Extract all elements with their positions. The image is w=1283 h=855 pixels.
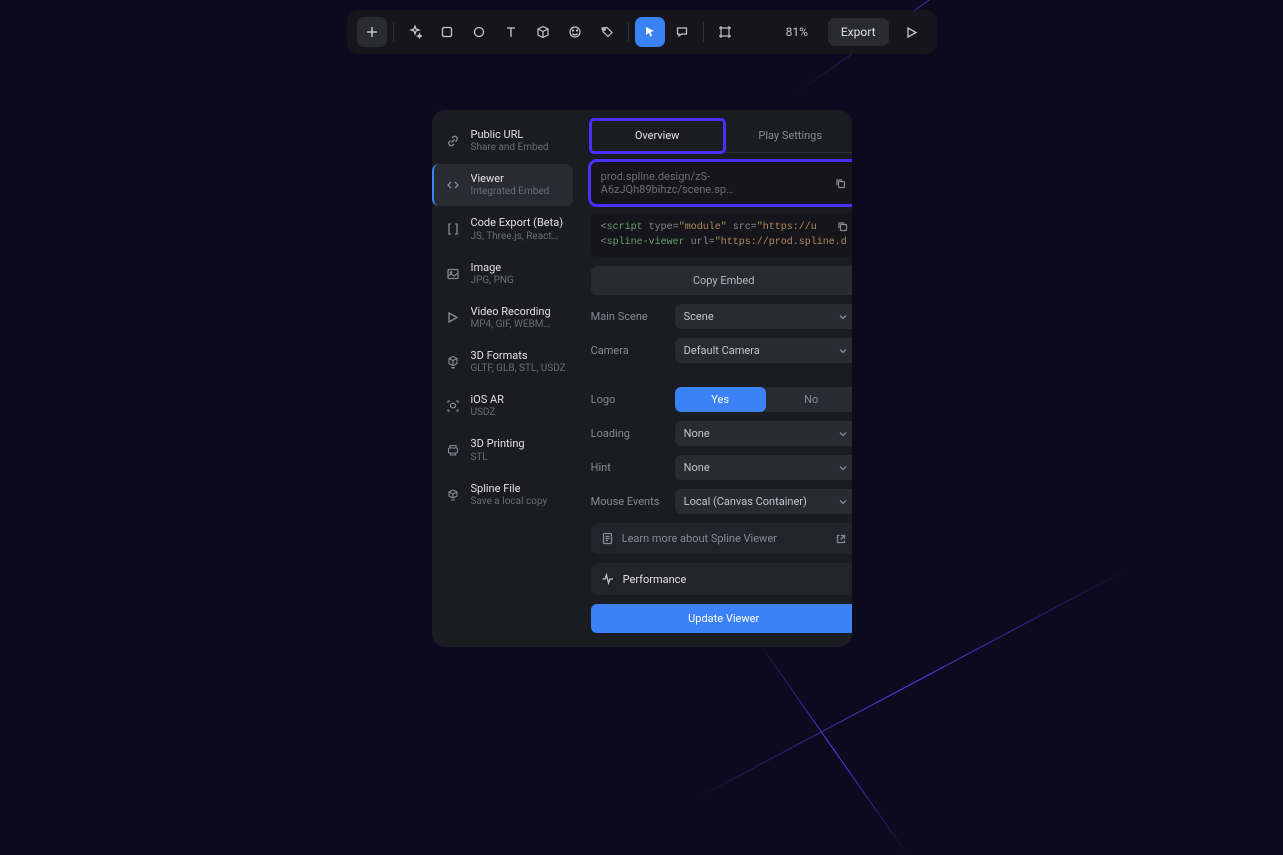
cube-download-icon: [445, 354, 461, 370]
mouse-events-label: Mouse Events: [591, 495, 667, 508]
link-icon: [445, 133, 461, 149]
sidebar-item-label: Code Export (Beta): [471, 216, 564, 229]
sidebar-item-viewer[interactable]: ViewerIntegrated Embed: [432, 164, 573, 206]
file-icon: [445, 487, 461, 503]
embed-code-box[interactable]: <script type="module" src="https://u <sp…: [591, 213, 852, 257]
chevron-down-icon: [838, 346, 848, 356]
tag-tool-icon[interactable]: [592, 17, 622, 47]
url-field[interactable]: prod.spline.design/zS-A6zJQh89bihzc/scen…: [591, 162, 852, 204]
pulse-icon: [601, 572, 615, 586]
comment-tool-icon[interactable]: [667, 17, 697, 47]
external-link-icon: [835, 533, 847, 545]
sidebar-item-subtitle: JS, Three.js, React…: [471, 231, 564, 243]
content-tabs: Overview Play Settings: [591, 120, 852, 153]
zoom-level[interactable]: 81%: [774, 25, 820, 39]
copy-icon[interactable]: [836, 220, 849, 233]
performance-label: Performance: [623, 573, 687, 586]
camera-select[interactable]: Default Camera: [675, 338, 852, 363]
sidebar-item-subtitle: MP4, GIF, WEBM…: [471, 319, 551, 331]
sidebar-item-public-url[interactable]: Public URLShare and Embed: [438, 120, 573, 162]
ai-sparkle-icon[interactable]: [400, 17, 430, 47]
sidebar-item-subtitle: JPG, PNG: [471, 275, 514, 287]
brackets-icon: [445, 221, 461, 237]
play-icon: [445, 310, 461, 326]
sidebar-item-3d-formats[interactable]: 3D FormatsGLTF, GLB, STL, USDZ: [438, 341, 573, 383]
logo-label: Logo: [591, 393, 667, 406]
text-tool-icon[interactable]: [496, 17, 526, 47]
add-button[interactable]: [357, 17, 387, 47]
sidebar-item-ios-ar[interactable]: iOS ARUSDZ: [438, 385, 573, 427]
image-icon: [445, 266, 461, 282]
hint-select[interactable]: None: [675, 455, 852, 480]
sidebar-item-label: 3D Printing: [471, 437, 525, 450]
sidebar-item-code-export[interactable]: Code Export (Beta) JS, Three.js, React…: [438, 208, 573, 250]
sidebar-item-subtitle: GLTF, GLB, STL, USDZ: [471, 363, 566, 375]
emoji-tool-icon[interactable]: [560, 17, 590, 47]
learn-more-link[interactable]: Learn more about Spline Viewer: [591, 523, 852, 554]
printer-icon: [445, 442, 461, 458]
camera-label: Camera: [591, 344, 667, 357]
logo-yes[interactable]: Yes: [675, 387, 766, 412]
sidebar-item-3d-printing[interactable]: 3D Printing STL: [438, 429, 573, 471]
sidebar-item-subtitle: Share and Embed: [471, 142, 549, 154]
document-icon: [601, 532, 614, 545]
code-icon: [445, 177, 461, 193]
export-content: Overview Play Settings prod.spline.desig…: [579, 110, 852, 647]
chevron-down-icon: [838, 463, 848, 473]
cube-tool-icon[interactable]: [528, 17, 558, 47]
hint-label: Hint: [591, 461, 667, 474]
loading-label: Loading: [591, 427, 667, 440]
tab-play-settings[interactable]: Play Settings: [724, 120, 852, 152]
export-button[interactable]: Export: [828, 18, 889, 46]
update-viewer-button[interactable]: Update Viewer: [591, 604, 852, 633]
play-button-icon[interactable]: [897, 17, 927, 47]
copy-icon[interactable]: [834, 177, 847, 190]
export-sidebar: Public URLShare and Embed ViewerIntegrat…: [432, 110, 579, 647]
frame-tool-icon[interactable]: [710, 17, 740, 47]
rectangle-tool-icon[interactable]: [432, 17, 462, 47]
cursor-tool-icon[interactable]: [635, 17, 665, 47]
ar-icon: [445, 398, 461, 414]
export-modal: Public URLShare and Embed ViewerIntegrat…: [432, 110, 852, 647]
ellipse-tool-icon[interactable]: [464, 17, 494, 47]
main-scene-select[interactable]: Scene: [675, 304, 852, 329]
loading-select[interactable]: None: [675, 421, 852, 446]
sidebar-item-label: Image: [471, 261, 514, 274]
chevron-down-icon: [838, 497, 848, 507]
sidebar-item-label: iOS AR: [471, 393, 504, 406]
sidebar-item-label: Video Recording: [471, 305, 551, 318]
tab-overview[interactable]: Overview: [591, 120, 724, 152]
performance-row[interactable]: Performance: [591, 563, 852, 595]
sidebar-item-subtitle: Integrated Embed: [471, 186, 550, 198]
logo-toggle: Yes No: [675, 387, 852, 412]
chevron-down-icon: [838, 312, 848, 322]
sidebar-item-video[interactable]: Video RecordingMP4, GIF, WEBM…: [438, 297, 573, 339]
learn-more-text: Learn more about Spline Viewer: [622, 532, 777, 545]
sidebar-item-label: Spline File: [471, 482, 548, 495]
sidebar-item-spline-file[interactable]: Spline FileSave a local copy: [438, 474, 573, 516]
mouse-events-select[interactable]: Local (Canvas Container): [675, 489, 852, 514]
sidebar-item-subtitle: STL: [471, 452, 525, 464]
sidebar-item-subtitle: Save a local copy: [471, 496, 548, 508]
sidebar-item-image[interactable]: ImageJPG, PNG: [438, 253, 573, 295]
top-toolbar: 81% Export: [347, 10, 937, 54]
main-scene-label: Main Scene: [591, 310, 667, 323]
copy-embed-button[interactable]: Copy Embed: [591, 266, 852, 295]
chevron-down-icon: [838, 429, 848, 439]
logo-no[interactable]: No: [766, 387, 852, 412]
sidebar-item-label: Public URL: [471, 128, 549, 141]
sidebar-item-label: Viewer: [471, 172, 550, 185]
sidebar-item-subtitle: USDZ: [471, 407, 504, 419]
sidebar-item-label: 3D Formats: [471, 349, 566, 362]
url-text: prod.spline.design/zS-A6zJQh89bihzc/scen…: [601, 170, 834, 196]
